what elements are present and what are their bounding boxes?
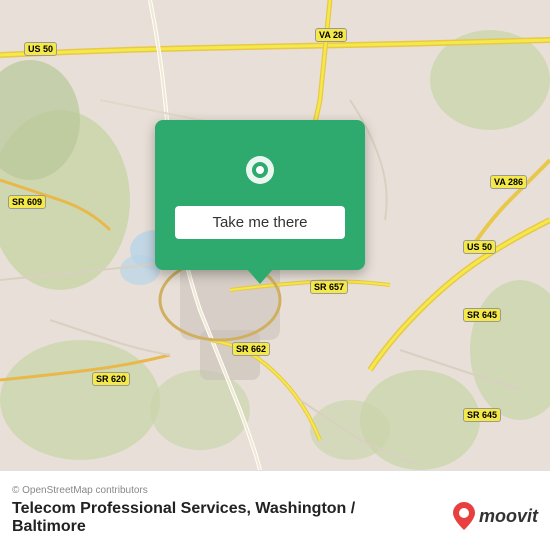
popup-card: Take me there	[155, 120, 365, 270]
road-badge-sr620: SR 620	[92, 372, 130, 386]
map-container: US 50 VA 28 VA 286 US 50 SR 609 SR 657 S…	[0, 0, 550, 470]
road-badge-sr662: SR 662	[232, 342, 270, 356]
road-badge-sr645-r: SR 645	[463, 308, 501, 322]
road-badge-us50-tl: US 50	[24, 42, 57, 56]
take-me-there-button[interactable]: Take me there	[175, 206, 345, 239]
business-name-line1: Telecom Professional Services, Washingto…	[12, 500, 355, 517]
moovit-logo: moovit	[453, 502, 538, 530]
road-badge-sr645-b: SR 645	[463, 408, 501, 422]
road-badge-us50-tr: US 50	[463, 240, 496, 254]
business-name-line2: Baltimore	[12, 518, 86, 535]
moovit-pin-icon	[453, 502, 475, 530]
moovit-text: moovit	[479, 506, 538, 527]
road-badge-sr657: SR 657	[310, 280, 348, 294]
footer: © OpenStreetMap contributors Telecom Pro…	[0, 470, 550, 550]
location-pin-icon	[238, 152, 282, 196]
road-badge-va28: VA 28	[315, 28, 347, 42]
road-badge-va286: VA 286	[490, 175, 527, 189]
road-badge-sr609: SR 609	[8, 195, 46, 209]
copyright-text: © OpenStreetMap contributors	[12, 485, 538, 496]
